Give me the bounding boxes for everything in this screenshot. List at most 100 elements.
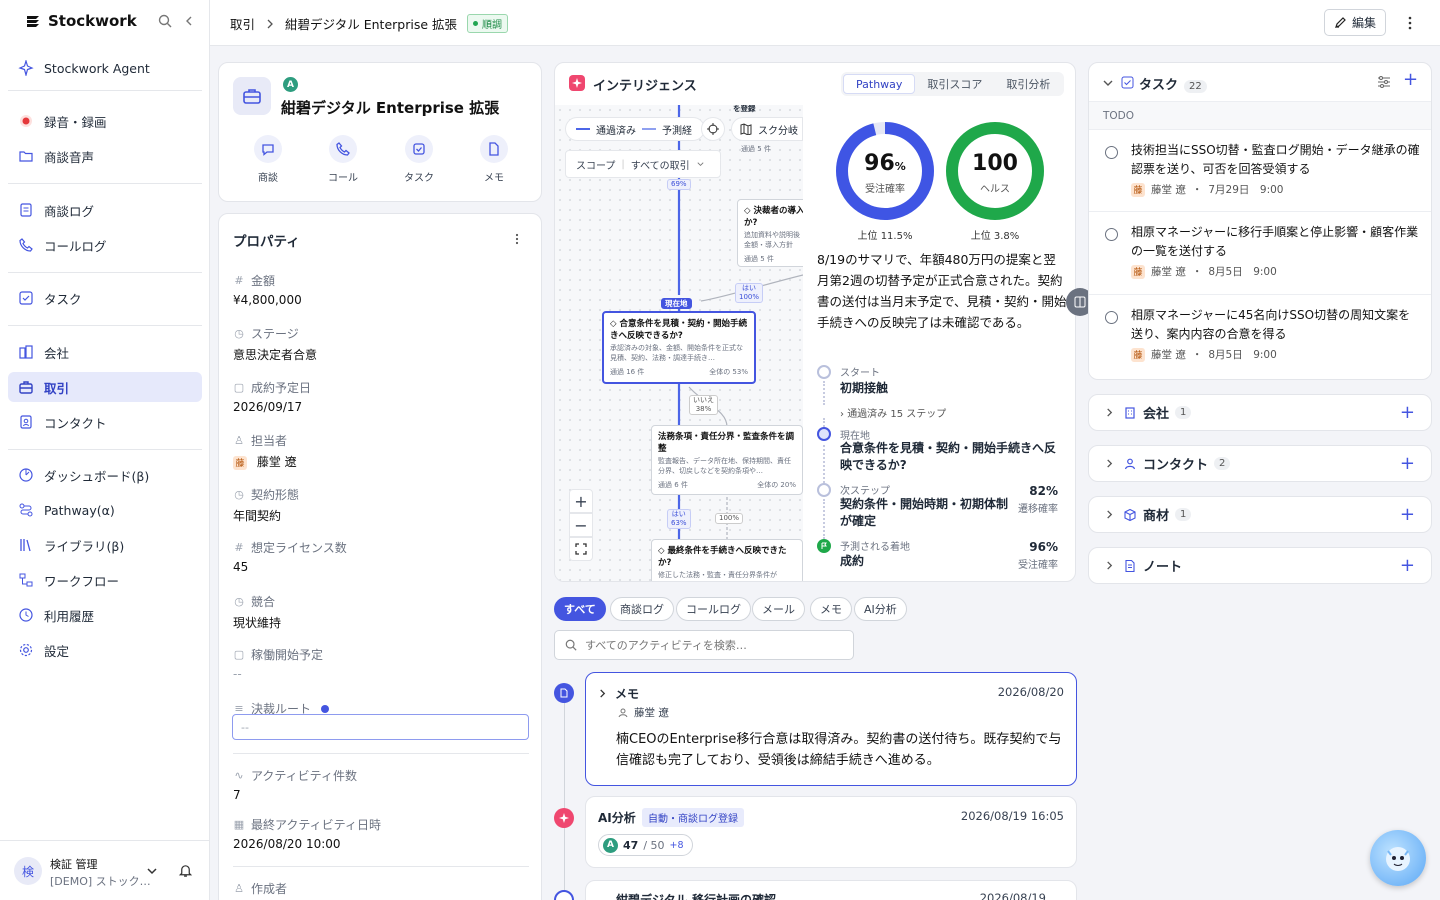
filter-chip-2[interactable]: コールログ: [676, 597, 751, 621]
prop-value-1[interactable]: 意思決定者合意: [233, 346, 317, 363]
third-activity-card[interactable]: 紺碧デジタル 移行計画の確認 2026/08/19: [585, 880, 1077, 900]
ai-score-delta: +8: [669, 839, 684, 851]
user-org: [DEMO] ストック…: [50, 875, 151, 888]
box-icon: [1124, 508, 1136, 521]
sidebar-item-2[interactable]: 商談音声: [8, 141, 202, 171]
person-icon: [618, 708, 628, 717]
add-button[interactable]: +: [1400, 453, 1415, 474]
brand-logo[interactable]: Stockwork: [24, 12, 137, 30]
prop-value-2[interactable]: 2026/09/17: [233, 400, 302, 414]
filter-chip-4[interactable]: メモ: [810, 597, 852, 621]
prop-value-0[interactable]: ¥4,800,000: [233, 293, 302, 307]
task-row[interactable]: 技術担当にSSO切替・監査ログ開始・データ継承の確認票を送り、可否を回答受領する…: [1089, 129, 1431, 212]
focus-icon[interactable]: [701, 117, 725, 141]
section-0[interactable]: 会社 1 +: [1088, 394, 1432, 431]
approval-route-input[interactable]: --: [232, 714, 529, 740]
sidebar-item-1[interactable]: 録音・録画: [8, 106, 202, 136]
bell-icon[interactable]: [178, 863, 193, 878]
sidebar-item-9[interactable]: ダッシュボード(β): [8, 460, 202, 490]
zoom-out-button[interactable]: −: [569, 513, 593, 537]
filter-chip-1[interactable]: 商談ログ: [610, 597, 674, 621]
prop-value-text: 藤堂 遼: [256, 455, 297, 469]
legend-passed: 通過済み: [596, 125, 636, 137]
tab-pathway[interactable]: Pathway: [843, 74, 916, 94]
sidebar-item-4[interactable]: コールログ: [8, 230, 202, 260]
node-current[interactable]: ◇ 合意条件を見積・契約・開始手続きへ反映できるか? 承認済みの対象、金額、開始…: [602, 311, 756, 384]
user-menu[interactable]: 検 検証 管理 [DEMO] ストック…: [0, 840, 209, 900]
deal-action-3[interactable]: メモ: [479, 135, 509, 184]
deal-action-1[interactable]: コール: [328, 135, 358, 184]
filter-chip-0[interactable]: すべて: [554, 597, 606, 621]
node-legal[interactable]: 法務条項・責任分界・監査条件を調整 監査報告、データ所在地、保持期間、責任分界、…: [651, 425, 803, 495]
library-icon: [18, 537, 34, 553]
breadcrumb-root[interactable]: 取引: [230, 14, 255, 33]
memo-type: メモ: [615, 687, 640, 701]
task-row[interactable]: 相原マネージャーに移行手順案と停止影響・顧客作業の一覧を送付する藤藤堂 遼・ 8月…: [1089, 211, 1431, 294]
edit-button[interactable]: 編集: [1323, 9, 1386, 36]
sidebar: Stockwork Stockwork Agent 録音・録画商談音声商談ログコー…: [0, 0, 210, 900]
sidebar-item-8[interactable]: コンタクト: [8, 407, 202, 437]
filter-chip-3[interactable]: メール: [752, 597, 805, 621]
sidebar-item-12[interactable]: ワークフロー: [8, 565, 202, 595]
sidebar-item-7[interactable]: 取引: [8, 372, 202, 402]
filter-chip-5[interactable]: AI分析: [854, 597, 907, 621]
prop-value-6[interactable]: 現状維持: [233, 614, 281, 631]
sidebar-item-0[interactable]: Stockwork Agent: [8, 53, 202, 83]
sidebar-item-6[interactable]: 会社: [8, 337, 202, 367]
task-checkbox[interactable]: [1105, 228, 1118, 241]
activity-search-input[interactable]: [585, 638, 825, 652]
prop-label-text: 稼働開始予定: [251, 648, 324, 662]
chevron-right-icon[interactable]: [1105, 561, 1114, 570]
add-button[interactable]: +: [1400, 504, 1415, 525]
add-task-button[interactable]: +: [1403, 69, 1418, 90]
filter-sliders-icon[interactable]: [1377, 75, 1391, 89]
memo-card[interactable]: メモ 2026/08/20 藤堂 遼 楠CEOのEnterprise移行合意は取…: [585, 672, 1077, 786]
tab-deal-score[interactable]: 取引スコア: [915, 74, 994, 94]
add-button[interactable]: +: [1400, 402, 1415, 423]
sidebar-item-11[interactable]: ライブラリ(β): [8, 530, 202, 560]
assistant-mascot-button[interactable]: [1370, 830, 1426, 886]
deal-action-0[interactable]: 商談: [253, 135, 283, 184]
task-row[interactable]: 相原マネージャーに45名向けSSO切替の周知文案を送り、案内内容の合意を得る藤藤…: [1089, 294, 1431, 377]
section-1[interactable]: コンタクト 2 +: [1088, 445, 1432, 482]
collapse-sidebar-icon[interactable]: [182, 14, 196, 28]
branch-toggle[interactable]: スク分岐: [731, 117, 803, 141]
chevron-right-icon[interactable]: [598, 689, 607, 698]
task-checkbox[interactable]: [1105, 311, 1118, 324]
sidebar-item-5[interactable]: タスク: [8, 283, 202, 313]
ai-analysis-card[interactable]: AI分析 自動・商談ログ登録 2026/08/19 16:05 A 47 / 5…: [585, 796, 1077, 868]
section-3[interactable]: ノート +: [1088, 547, 1432, 584]
sidebar-item-13[interactable]: 利用履歴: [8, 600, 202, 630]
more-vertical-icon[interactable]: [515, 233, 519, 245]
zoom-in-button[interactable]: +: [569, 489, 593, 513]
chevron-down-icon[interactable]: [146, 865, 158, 877]
prop-value-10[interactable]: 2026/08/20 10:00: [233, 837, 341, 851]
task-checkbox[interactable]: [1105, 146, 1118, 159]
chevron-right-icon[interactable]: [1105, 408, 1114, 417]
node-decider[interactable]: ◇ 決裁者の導入 か? 追加資料や説明後 金額・導入方針 通過 5 件: [737, 199, 803, 267]
prop-value-7[interactable]: --: [233, 667, 242, 681]
activity-search[interactable]: [554, 630, 854, 660]
step-passed-toggle[interactable]: › 通過済み 15 ステップ: [840, 405, 946, 420]
prop-value-3[interactable]: 藤 藤堂 遼: [233, 453, 297, 470]
fit-view-button[interactable]: [569, 537, 593, 561]
deal-action-2[interactable]: タスク: [404, 135, 434, 184]
search-icon[interactable]: [158, 14, 172, 28]
prop-value-9[interactable]: 7: [233, 788, 241, 802]
prop-value-5[interactable]: 45: [233, 560, 248, 574]
sidebar-item-10[interactable]: Pathway(α): [8, 495, 202, 525]
add-button[interactable]: +: [1400, 555, 1415, 576]
sidebar-item-14[interactable]: 設定: [8, 635, 202, 665]
chevron-down-icon[interactable]: [1103, 78, 1113, 88]
prop-value-4[interactable]: 年間契約: [233, 507, 281, 524]
chevron-right-icon[interactable]: [1105, 510, 1114, 519]
sidebar-item-3[interactable]: 商談ログ: [8, 195, 202, 225]
tab-deal-analysis[interactable]: 取引分析: [994, 74, 1062, 94]
scope-select[interactable]: スコープ | すべての取引: [565, 150, 721, 178]
chevron-right-icon[interactable]: [1105, 459, 1114, 468]
pathway-graph[interactable]: 通過済み 予測経 スク分岐 を登録 通過 5 件 スコープ | すべての取引 6…: [555, 105, 803, 581]
more-vertical-icon[interactable]: [1408, 16, 1412, 30]
node-final[interactable]: ◇ 最終条件を手続きへ反映できたか? 修正した法務・監査・責任分界条件が: [651, 539, 803, 581]
section-2[interactable]: 商材 1 +: [1088, 496, 1432, 533]
sidebar-item-label: 会社: [44, 345, 70, 361]
